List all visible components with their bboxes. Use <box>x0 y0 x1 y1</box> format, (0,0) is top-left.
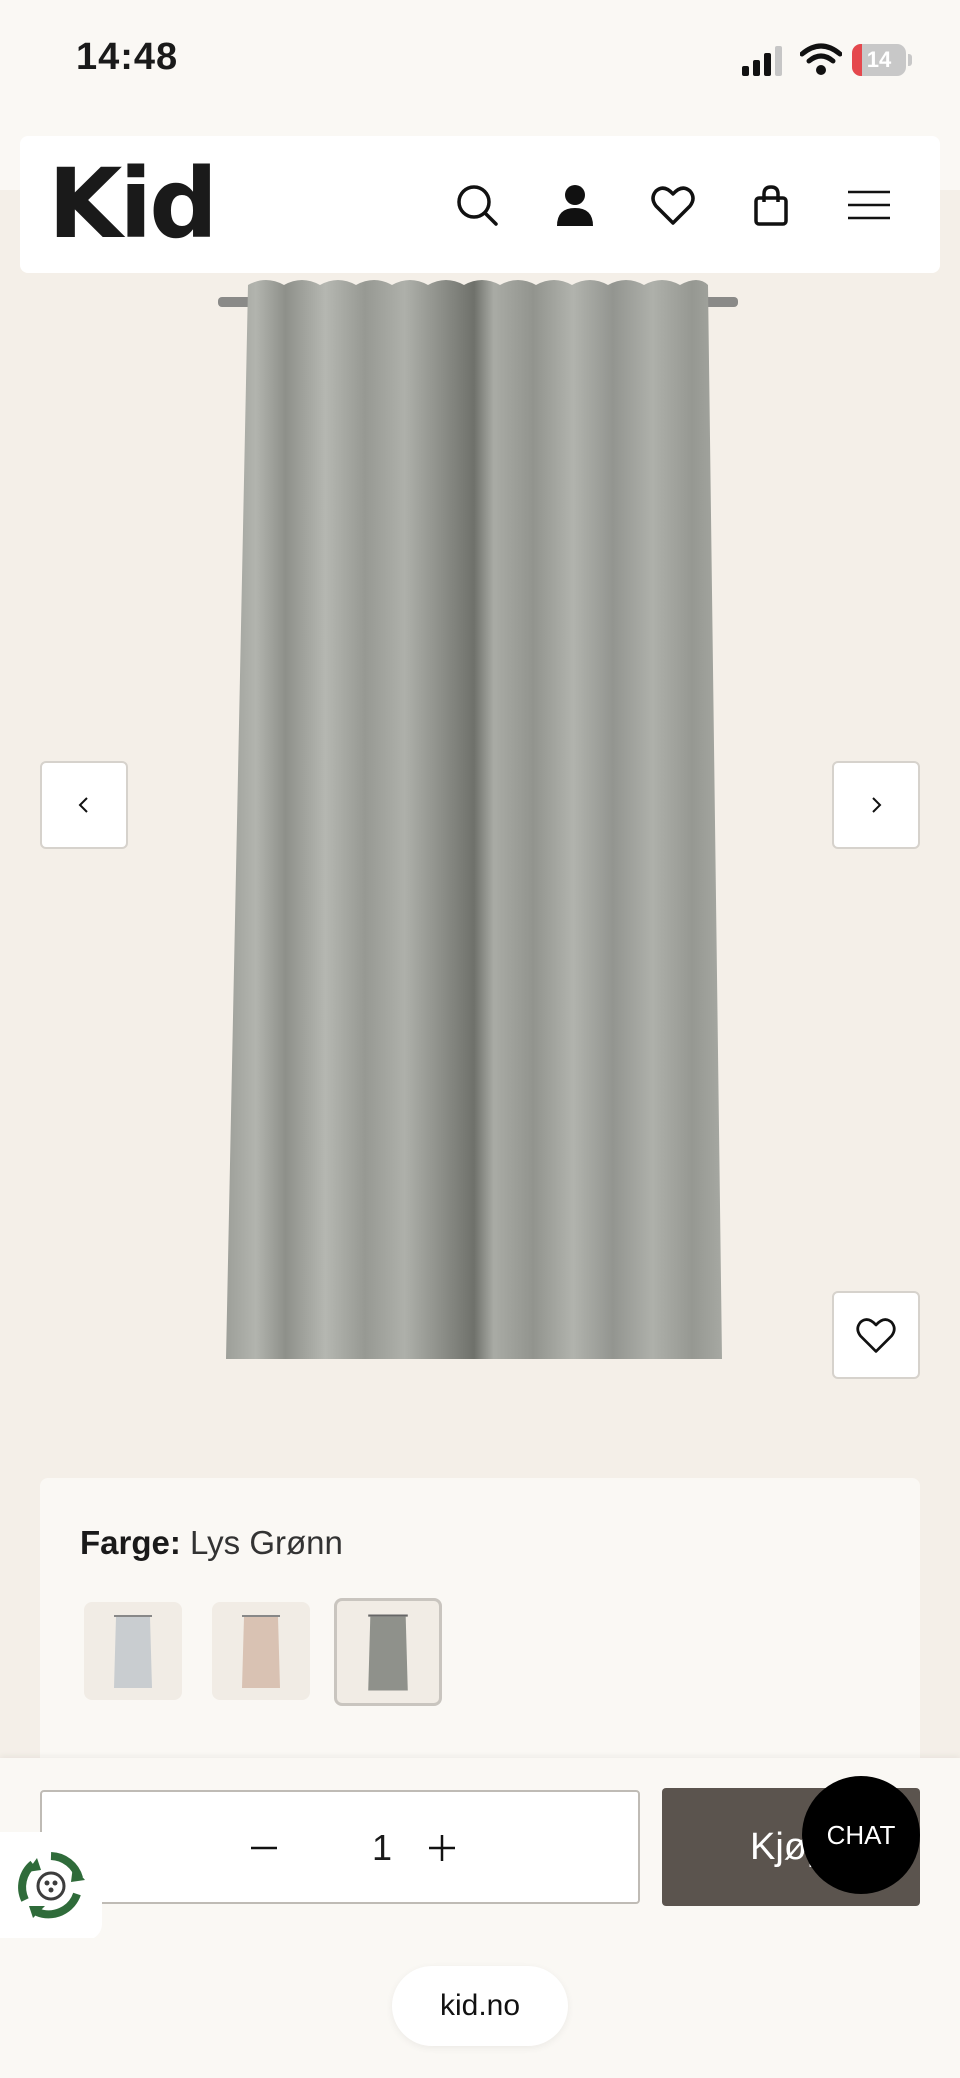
color-swatch-light-grey[interactable] <box>84 1602 182 1700</box>
product-image-curtain[interactable] <box>218 273 738 1363</box>
chat-button[interactable]: CHAT <box>802 1776 920 1894</box>
color-label-row: Farge: Lys Grønn <box>80 1524 343 1562</box>
decrease-quantity-button[interactable] <box>242 1826 286 1870</box>
color-swatch-beige[interactable] <box>212 1602 310 1700</box>
cart-icon[interactable] <box>748 182 794 228</box>
recycle-icon <box>18 1852 85 1919</box>
color-value: Lys Grønn <box>190 1524 343 1561</box>
heart-icon <box>856 1318 896 1353</box>
battery-icon: 14 <box>852 44 912 76</box>
battery-percent: 14 <box>866 47 892 72</box>
plus-icon <box>429 1835 455 1861</box>
quantity-stepper: 1 <box>40 1790 640 1904</box>
browser-bottom-bar: kid.no <box>0 1938 960 2078</box>
eco-badge[interactable] <box>0 1832 102 1940</box>
chevron-right-icon <box>872 797 882 813</box>
next-image-button[interactable] <box>832 761 920 849</box>
color-label: Farge: <box>80 1524 181 1561</box>
site-logo[interactable]: Kid <box>48 156 218 252</box>
search-icon[interactable] <box>454 182 500 228</box>
menu-icon[interactable] <box>846 182 892 228</box>
site-header: Kid <box>20 136 940 273</box>
wifi-icon <box>799 42 843 76</box>
product-gallery <box>0 273 960 1478</box>
cellular-signal-icon <box>742 46 786 76</box>
add-to-wishlist-button[interactable] <box>832 1291 920 1379</box>
status-time: 14:48 <box>76 36 179 78</box>
product-options: Farge: Lys Grønn <box>40 1478 920 1758</box>
previous-image-button[interactable] <box>40 761 128 849</box>
color-swatch-light-green[interactable] <box>334 1598 442 1706</box>
browser-url[interactable]: kid.no <box>392 1966 568 2046</box>
minus-icon <box>251 1846 277 1850</box>
status-bar: 14:48 14 <box>0 0 960 130</box>
increase-quantity-button[interactable] <box>420 1826 464 1870</box>
chevron-left-icon <box>78 797 88 813</box>
quantity-value[interactable]: 1 <box>342 1826 422 1870</box>
wishlist-icon[interactable] <box>650 182 696 228</box>
account-icon[interactable] <box>552 182 598 228</box>
